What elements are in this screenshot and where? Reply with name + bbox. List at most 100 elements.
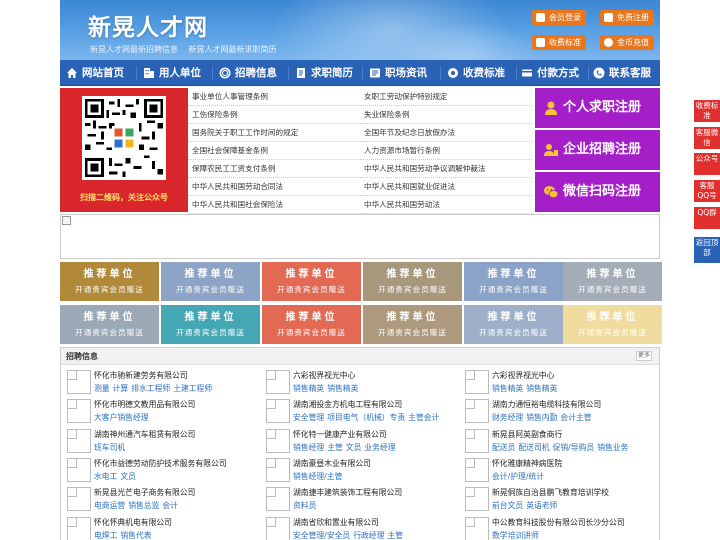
company-name[interactable]: 新晃县阿英副食商行 xyxy=(492,429,562,440)
recommend-tile[interactable]: 推荐单位 开通贵宾会员赠送 xyxy=(262,262,361,301)
company-logo[interactable] xyxy=(266,399,290,424)
position-link[interactable]: 销售代表 xyxy=(120,531,151,540)
recommend-tile[interactable]: 推荐单位 开通贵宾会员赠送 xyxy=(464,262,563,301)
policy-link[interactable]: 事业单位人事管理条例 xyxy=(188,88,360,106)
policy-link[interactable]: 全国年节及纪念日放假办法 xyxy=(360,124,532,142)
position-link[interactable]: 销售经理/主管 xyxy=(293,472,342,481)
company-name[interactable]: 湖南力通恒裕电缆科技有限公司 xyxy=(492,399,601,410)
company-name[interactable]: 湖南豪昼木业有限公司 xyxy=(293,458,371,469)
company-name[interactable]: 新晃县光芒电子商务有限公司 xyxy=(94,487,195,498)
recommend-tile[interactable]: 推荐单位 开通贵宾会员赠送 xyxy=(60,305,159,344)
company-name[interactable]: 六彩视界视光中心 xyxy=(492,370,554,381)
position-link[interactable]: 销售业务 xyxy=(597,443,628,452)
float-back-to-top[interactable]: 返回顶部 xyxy=(694,237,720,263)
company-name[interactable]: 湖南湘投金方机电工程有限公司 xyxy=(293,399,402,410)
position-link[interactable]: 安全管理 xyxy=(293,413,324,422)
position-link[interactable]: 销售经理 xyxy=(293,443,324,452)
company-name[interactable]: 中公教育科技股份有限公司长沙分公司 xyxy=(492,517,625,528)
position-link[interactable]: 文员 xyxy=(120,472,136,481)
recommend-tile[interactable]: 推荐单位 开通贵宾会员赠送 xyxy=(363,262,462,301)
float-service-wechat[interactable]: 客服微信 xyxy=(694,127,720,149)
position-link[interactable]: 前台文员 xyxy=(492,501,523,510)
position-link[interactable]: 销售总监 xyxy=(128,501,159,510)
nav-job-listings[interactable]: 招聘信息 xyxy=(216,60,277,86)
recommend-tile[interactable]: 推荐单位 开通贵宾会员赠送 xyxy=(161,305,260,344)
nav-payment[interactable]: 付款方式 xyxy=(518,60,579,86)
company-logo[interactable] xyxy=(465,428,489,453)
recommend-tile[interactable]: 推荐单位 开通贵宾会员赠送 xyxy=(563,262,662,301)
company-logo[interactable] xyxy=(67,428,91,453)
company-name[interactable]: 怀化市明德文教用品有限公司 xyxy=(94,399,195,410)
recommend-tile[interactable]: 推荐单位 开通贵宾会员赠送 xyxy=(262,305,361,344)
position-link[interactable]: 资料员 xyxy=(293,501,316,510)
position-link[interactable]: 大客户销售经理 xyxy=(94,413,149,422)
position-link[interactable]: 测量 xyxy=(94,384,110,393)
float-service-qq[interactable]: 客服QQ号 xyxy=(694,180,720,202)
slogan-resumes[interactable]: 新晃人才网最新求职简历 xyxy=(189,45,277,54)
recommend-tile[interactable]: 推荐单位 开通贵宾会员赠送 xyxy=(60,262,159,301)
position-link[interactable]: 销售精英 xyxy=(492,384,523,393)
position-link[interactable]: 计算 xyxy=(113,384,129,393)
coin-recharge-button[interactable]: 金币充值 xyxy=(600,35,654,50)
company-logo[interactable] xyxy=(266,516,290,540)
position-link[interactable]: 行政经理 xyxy=(353,531,384,540)
position-link[interactable]: 促销/导购员 xyxy=(553,443,595,452)
fee-standard-button[interactable]: 收费标准 xyxy=(532,35,586,50)
member-login-button[interactable]: 会员登录 xyxy=(532,10,586,25)
company-name[interactable]: 怀化特一健康产业有限公司 xyxy=(293,429,387,440)
policy-link[interactable]: 全国社会保障基金条例 xyxy=(188,142,360,160)
policy-link[interactable]: 中华人民共和国劳动合同法 xyxy=(188,178,360,196)
policy-link[interactable]: 国务院关于职工工作时间的规定 xyxy=(188,124,360,142)
recommend-tile[interactable]: 推荐单位 开通贵宾会员赠送 xyxy=(363,305,462,344)
company-name[interactable]: 怀化市益德劳动防护技术服务有限公司 xyxy=(94,458,227,469)
policy-link[interactable]: 中华人民共和国就业促进法 xyxy=(360,178,532,196)
company-name[interactable]: 怀化怀典机电有限公司 xyxy=(94,517,172,528)
wechat-register-button[interactable]: 微信扫码注册 xyxy=(535,172,660,212)
free-register-button[interactable]: 免费注册 xyxy=(600,10,654,25)
position-link[interactable]: 销售内勤 xyxy=(526,413,557,422)
company-name[interactable]: 湖南捷丰建筑装饰工程有限公司 xyxy=(293,487,402,498)
position-link[interactable]: 销售精英 xyxy=(327,384,358,393)
position-link[interactable]: 电商运营 xyxy=(94,501,125,510)
company-name[interactable]: 湖南省欣和置业有限公司 xyxy=(293,517,379,528)
position-link[interactable]: 会计主管 xyxy=(560,413,591,422)
nav-employers[interactable]: 用人单位 xyxy=(140,60,201,86)
position-link[interactable]: 水电工 xyxy=(94,472,117,481)
policy-link[interactable]: 中华人民共和国劳动法 xyxy=(360,196,532,214)
recommend-tile[interactable]: 推荐单位 开通贵宾会员赠送 xyxy=(161,262,260,301)
company-logo[interactable] xyxy=(67,399,91,424)
position-link[interactable]: 排水工程师 xyxy=(131,384,170,393)
policy-link[interactable]: 中华人民共和国劳动争议调解仲裁法 xyxy=(360,160,532,178)
nav-resumes[interactable]: 求职简历 xyxy=(292,60,353,86)
position-link[interactable]: 会计/护理/统计 xyxy=(492,472,544,481)
float-qq-group[interactable]: QQ群 xyxy=(694,207,720,229)
company-name[interactable]: 怀化雅康精神病医院 xyxy=(492,458,562,469)
position-link[interactable]: 安全管理/安全员 xyxy=(293,531,350,540)
position-link[interactable]: 销售精英 xyxy=(526,384,557,393)
company-logo[interactable] xyxy=(266,457,290,482)
position-link[interactable]: 英语老师 xyxy=(526,501,557,510)
company-logo[interactable] xyxy=(266,487,290,512)
position-link[interactable]: 配送员 xyxy=(492,443,515,452)
company-name[interactable]: 六彩视界视光中心 xyxy=(293,370,355,381)
policy-link[interactable]: 工伤保险条例 xyxy=(188,106,360,124)
position-link[interactable]: 业务经理 xyxy=(364,443,395,452)
position-link[interactable]: 班车司机 xyxy=(94,443,125,452)
position-link[interactable]: 文员 xyxy=(346,443,362,452)
position-link[interactable]: 主管 xyxy=(387,531,403,540)
company-logo[interactable] xyxy=(67,457,91,482)
nav-contact-service[interactable]: 联系客服 xyxy=(590,60,651,86)
company-logo[interactable] xyxy=(465,370,489,394)
position-link[interactable]: 主管会计 xyxy=(408,413,439,422)
float-official-account[interactable]: 公众号 xyxy=(694,153,720,175)
more-jobs-button[interactable]: 更多 xyxy=(636,351,652,361)
position-link[interactable]: 数学培训讲师 xyxy=(492,531,539,540)
slogan-jobs[interactable]: 新晃人才网最新招聘信息 xyxy=(90,45,178,54)
policy-link[interactable]: 人力资源市场暂行条例 xyxy=(360,142,532,160)
position-link[interactable]: 会计 xyxy=(162,501,178,510)
company-logo[interactable] xyxy=(465,457,489,482)
policy-link[interactable]: 失业保险条例 xyxy=(360,106,532,124)
company-logo[interactable] xyxy=(67,487,91,512)
nav-fees[interactable]: 收费标准 xyxy=(444,60,505,86)
company-logo[interactable] xyxy=(67,370,91,394)
